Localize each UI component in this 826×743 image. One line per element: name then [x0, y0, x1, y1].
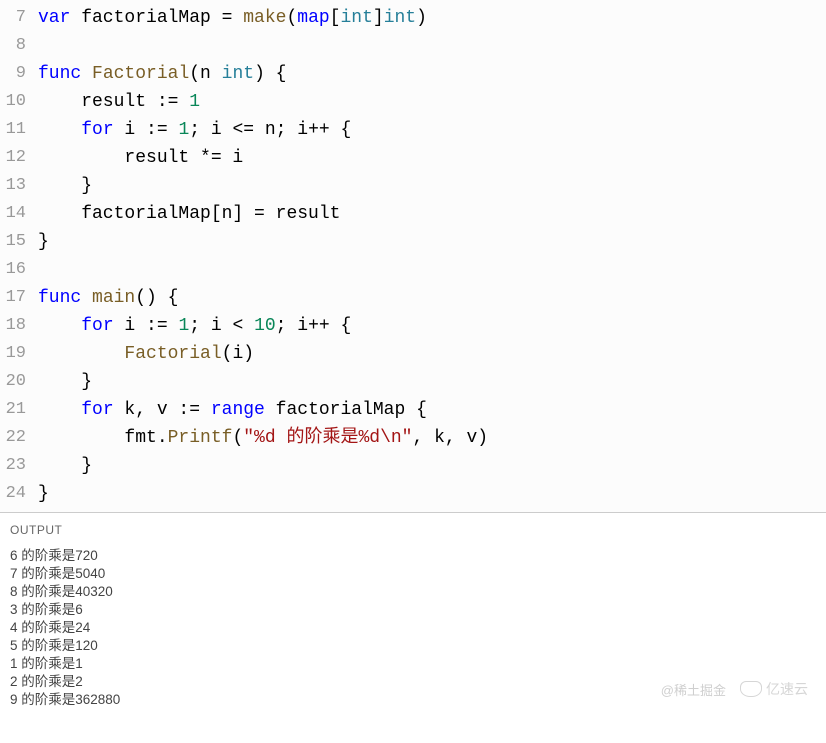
code-line: 19 Factorial(i) [0, 340, 826, 368]
code-content: } [38, 228, 826, 256]
code-line: 9func Factorial(n int) { [0, 60, 826, 88]
code-content: result *= i [38, 144, 826, 172]
code-content: factorialMap[n] = result [38, 200, 826, 228]
line-number: 18 [0, 312, 38, 340]
code-content: var factorialMap = make(map[int]int) [38, 4, 826, 32]
line-number: 12 [0, 144, 38, 172]
line-number: 22 [0, 424, 38, 452]
line-number: 9 [0, 60, 38, 88]
output-line: 5 的阶乘是120 [10, 637, 816, 655]
code-line: 20 } [0, 368, 826, 396]
output-panel: OUTPUT 6 的阶乘是7207 的阶乘是50408 的阶乘是403203 的… [0, 512, 826, 717]
output-line: 7 的阶乘是5040 [10, 565, 816, 583]
line-number: 16 [0, 256, 38, 284]
code-content [38, 32, 826, 60]
code-line: 23 } [0, 452, 826, 480]
code-content: } [38, 480, 826, 508]
code-line: 15} [0, 228, 826, 256]
code-line: 24} [0, 480, 826, 508]
output-line: 2 的阶乘是2 [10, 673, 816, 691]
line-number: 21 [0, 396, 38, 424]
code-line: 14 factorialMap[n] = result [0, 200, 826, 228]
code-content: for i := 1; i <= n; i++ { [38, 116, 826, 144]
code-line: 17func main() { [0, 284, 826, 312]
code-line: 11 for i := 1; i <= n; i++ { [0, 116, 826, 144]
line-number: 19 [0, 340, 38, 368]
line-number: 17 [0, 284, 38, 312]
line-number: 13 [0, 172, 38, 200]
output-line: 8 的阶乘是40320 [10, 583, 816, 601]
line-number: 8 [0, 32, 38, 60]
code-content: Factorial(i) [38, 340, 826, 368]
code-content: for k, v := range factorialMap { [38, 396, 826, 424]
code-content: for i := 1; i < 10; i++ { [38, 312, 826, 340]
output-label: OUTPUT [10, 521, 816, 539]
line-number: 14 [0, 200, 38, 228]
output-line: 1 的阶乘是1 [10, 655, 816, 673]
line-number: 11 [0, 116, 38, 144]
code-content: func main() { [38, 284, 826, 312]
code-line: 16 [0, 256, 826, 284]
code-content: } [38, 172, 826, 200]
code-content: func Factorial(n int) { [38, 60, 826, 88]
code-editor: 7var factorialMap = make(map[int]int)89f… [0, 0, 826, 512]
line-number: 15 [0, 228, 38, 256]
output-line: 4 的阶乘是24 [10, 619, 816, 637]
code-content: } [38, 452, 826, 480]
code-line: 21 for k, v := range factorialMap { [0, 396, 826, 424]
code-line: 12 result *= i [0, 144, 826, 172]
code-line: 18 for i := 1; i < 10; i++ { [0, 312, 826, 340]
output-line: 6 的阶乘是720 [10, 547, 816, 565]
code-line: 10 result := 1 [0, 88, 826, 116]
code-line: 8 [0, 32, 826, 60]
output-lines: 6 的阶乘是7207 的阶乘是50408 的阶乘是403203 的阶乘是64 的… [10, 547, 816, 709]
code-line: 22 fmt.Printf("%d 的阶乘是%d\n", k, v) [0, 424, 826, 452]
output-line: 9 的阶乘是362880 [10, 691, 816, 709]
line-number: 7 [0, 4, 38, 32]
code-content [38, 256, 826, 284]
code-content: } [38, 368, 826, 396]
line-number: 24 [0, 480, 38, 508]
app-container: 7var factorialMap = make(map[int]int)89f… [0, 0, 826, 717]
line-number: 20 [0, 368, 38, 396]
code-content: result := 1 [38, 88, 826, 116]
line-number: 23 [0, 452, 38, 480]
code-line: 13 } [0, 172, 826, 200]
code-line: 7var factorialMap = make(map[int]int) [0, 4, 826, 32]
output-line: 3 的阶乘是6 [10, 601, 816, 619]
line-number: 10 [0, 88, 38, 116]
code-content: fmt.Printf("%d 的阶乘是%d\n", k, v) [38, 424, 826, 452]
